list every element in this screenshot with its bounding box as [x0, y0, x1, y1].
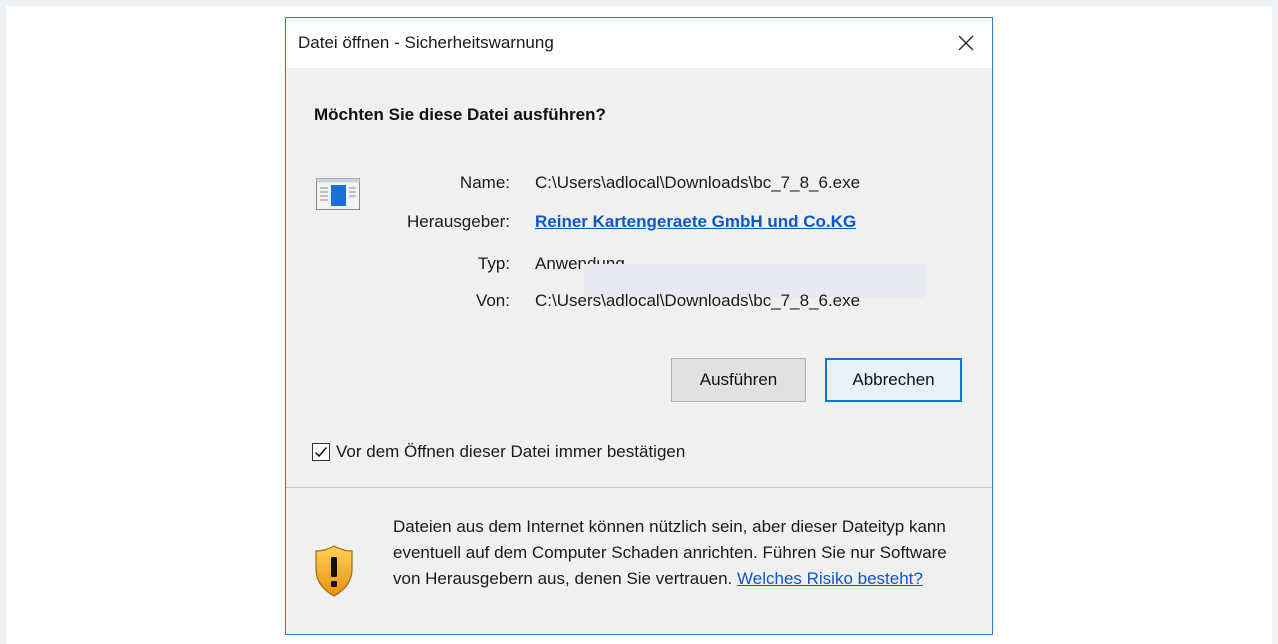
title-bar: Datei öffnen - Sicherheitswarnung: [286, 18, 992, 68]
shield-warning-icon: [315, 545, 353, 597]
always-confirm-checkbox[interactable]: [312, 443, 330, 461]
warning-message: Dateien aus dem Internet können nützlich…: [393, 514, 973, 592]
from-label: Von:: [475, 291, 510, 310]
name-label: Name:: [459, 173, 510, 192]
from-value: C:\Users\adlocal\Downloads\bc_7_8_6.exe: [535, 291, 861, 310]
run-button[interactable]: Ausführen: [671, 358, 806, 402]
cancel-button[interactable]: Abbrechen: [825, 358, 962, 402]
always-confirm-option[interactable]: Vor dem Öffnen dieser Datei immer bestät…: [312, 442, 685, 462]
publisher-label: Herausgeber:: [406, 212, 510, 231]
divider: [286, 487, 992, 488]
publisher-link[interactable]: Reiner Kartengeraete GmbH und Co.KG: [535, 212, 856, 232]
dialog-title: Datei öffnen - Sicherheitswarnung: [298, 33, 554, 52]
name-value: C:\Users\adlocal\Downloads\bc_7_8_6.exe: [535, 173, 861, 192]
type-label: Typ:: [477, 254, 510, 273]
close-button[interactable]: [946, 23, 986, 63]
dialog-heading: Möchten Sie diese Datei ausführen?: [314, 105, 606, 124]
risk-link[interactable]: Welches Risiko besteht?: [737, 569, 923, 588]
checkmark-icon: [314, 447, 328, 458]
always-confirm-label: Vor dem Öffnen dieser Datei immer bestät…: [336, 442, 686, 461]
close-icon: [958, 35, 974, 51]
security-warning-dialog: Datei öffnen - Sicherheitswarnung Möchte…: [285, 17, 993, 635]
